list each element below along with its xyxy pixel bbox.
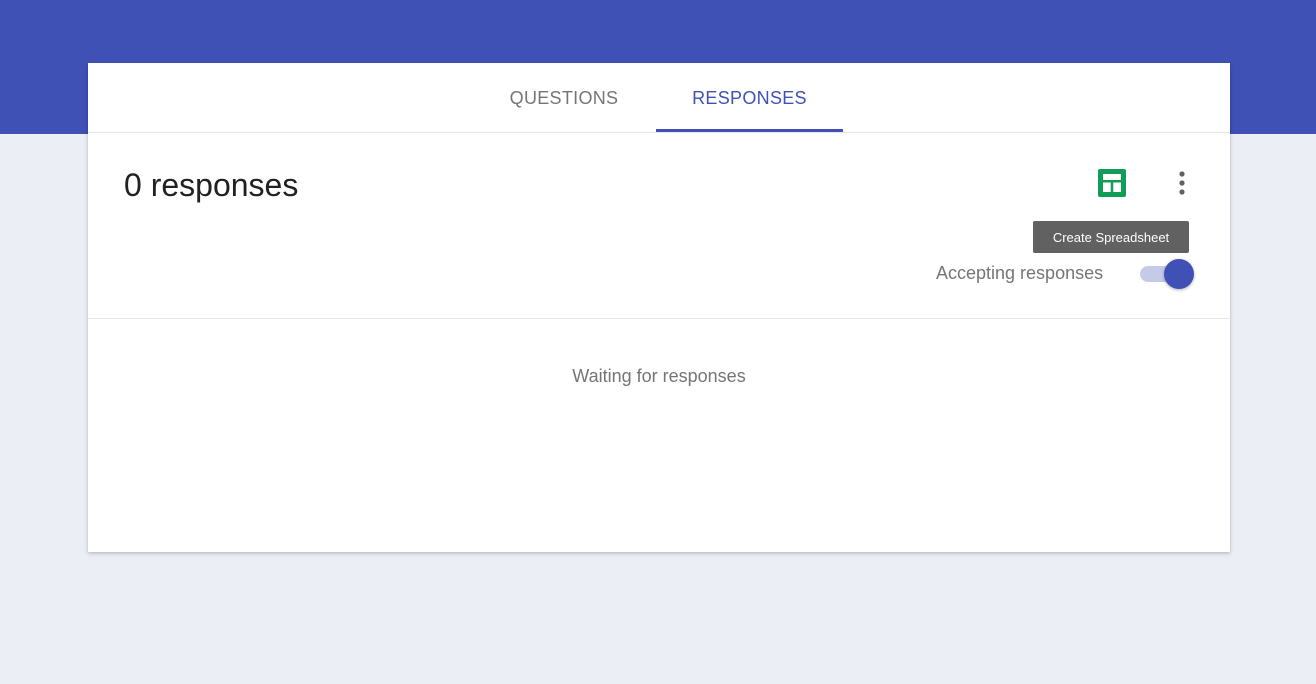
response-count: 0 responses [124,167,299,203]
responses-card: QUESTIONS RESPONSES 0 responses Create S… [88,63,1230,552]
tab-questions-label: QUESTIONS [509,87,619,108]
tab-responses[interactable]: RESPONSES [656,63,843,133]
accepting-responses-toggle[interactable] [1138,259,1196,289]
tab-questions[interactable]: QUESTIONS [474,63,654,133]
tab-responses-label: RESPONSES [692,87,807,108]
more-options-button[interactable] [1166,165,1198,201]
section-divider [88,318,1230,319]
tab-bar: QUESTIONS RESPONSES [88,63,1230,133]
spreadsheet-tooltip: Create Spreadsheet [1033,221,1189,253]
create-spreadsheet-button[interactable] [1096,167,1128,199]
toggle-thumb [1164,259,1194,289]
sheets-icon [1098,169,1126,197]
more-vert-icon [1179,171,1185,195]
accepting-responses-label: Accepting responses [936,263,1104,283]
empty-state-message: Waiting for responses [572,366,746,386]
tab-active-indicator [656,129,843,132]
